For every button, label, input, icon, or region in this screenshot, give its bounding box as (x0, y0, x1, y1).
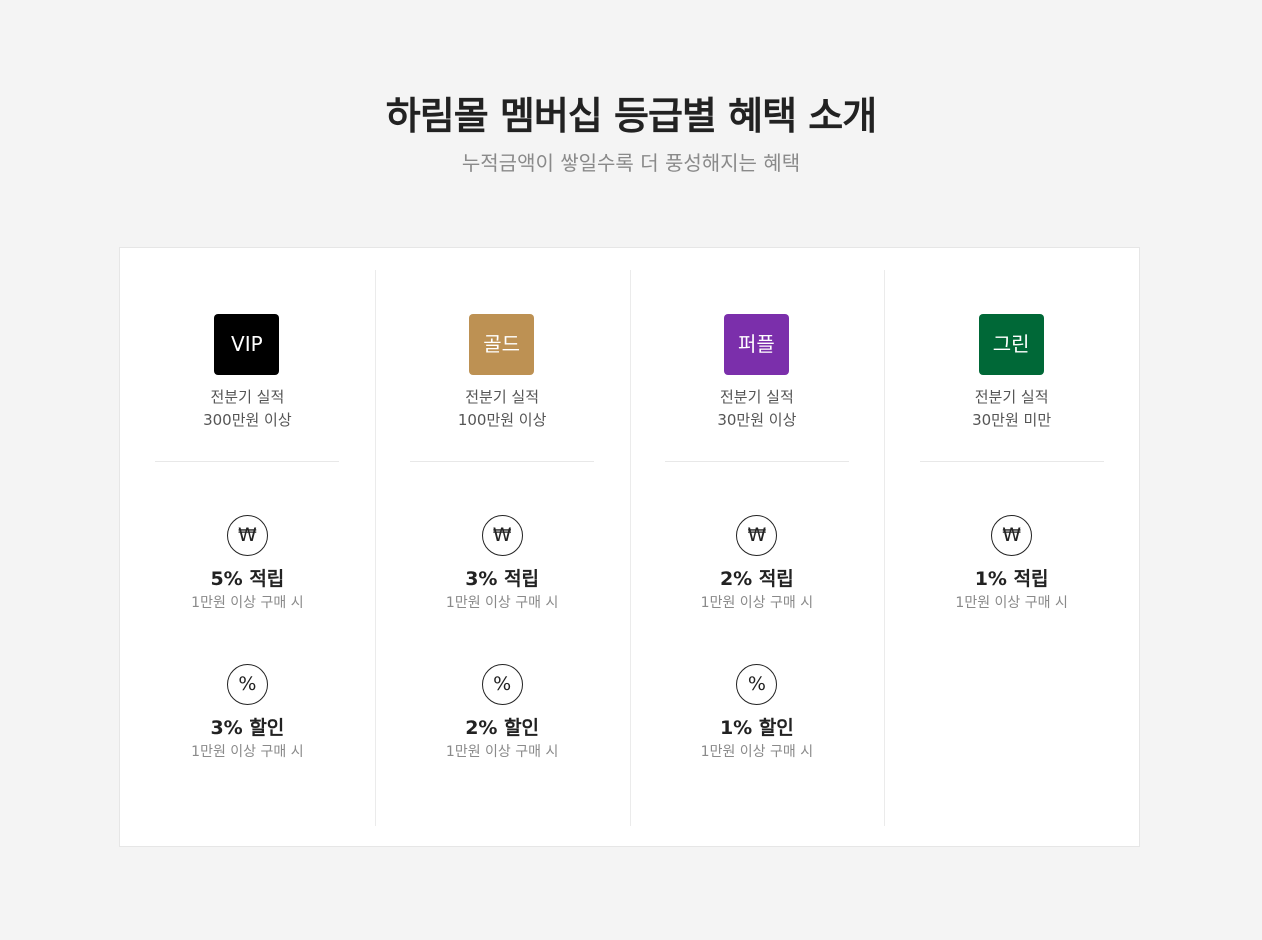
percent-icon: % (736, 664, 778, 705)
benefit-discount: % 2% 할인 1만원 이상 구매 시 (375, 664, 630, 762)
won-icon: ₩ (736, 515, 778, 556)
tier-badge: 골드 (469, 314, 535, 375)
benefit-reward: ₩ 2% 적립 1만원 이상 구매 시 (630, 515, 885, 613)
tier-condition-amount: 300만원 이상 (203, 411, 292, 429)
page-header: 하림몰 멤버십 등급별 혜택 소개 누적금액이 쌓일수록 더 풍성해지는 혜택 (0, 92, 1262, 176)
tier-condition-period: 전분기 실적 (974, 388, 1049, 406)
benefit-reward: ₩ 1% 적립 1만원 이상 구매 시 (884, 515, 1139, 613)
benefit-title: 2% 할인 (465, 717, 540, 739)
benefit-note: 1만원 이상 구매 시 (191, 744, 304, 760)
benefit-note: 1만원 이상 구매 시 (700, 744, 814, 760)
tier-badge: 그린 (978, 314, 1044, 375)
tier-column-gold: 골드 전분기 실적 100만원 이상 ₩ 3% 적립 1만원 이상 구매 시 %… (374, 248, 630, 846)
percent-icon: % (226, 664, 268, 705)
won-icon: ₩ (226, 515, 268, 556)
benefit-note: 1만원 이상 구매 시 (700, 595, 814, 611)
benefit-note: 1만원 이상 구매 시 (445, 744, 559, 760)
tier-condition: 전분기 실적 30만원 이상 (630, 386, 885, 432)
tier-condition-period: 전분기 실적 (210, 388, 285, 406)
tier-divider (664, 461, 849, 462)
won-icon: ₩ (991, 515, 1033, 556)
benefit-title: 1% 적립 (974, 568, 1049, 590)
tier-condition-period: 전분기 실적 (719, 388, 794, 406)
benefit-note: 1만원 이상 구매 시 (955, 595, 1068, 611)
tier-condition-amount: 30만원 이상 (717, 411, 797, 429)
tier-divider (919, 461, 1104, 462)
page-title: 하림몰 멤버십 등급별 혜택 소개 (385, 94, 877, 138)
benefit-title: 2% 적립 (719, 568, 794, 590)
tier-badge: 퍼플 (723, 314, 789, 375)
benefit-title: 3% 할인 (210, 717, 285, 739)
benefit-note: 1만원 이상 구매 시 (191, 595, 304, 611)
tier-column-purple: 퍼플 전분기 실적 30만원 이상 ₩ 2% 적립 1만원 이상 구매 시 % … (629, 248, 885, 846)
benefit-reward: ₩ 3% 적립 1만원 이상 구매 시 (375, 515, 630, 613)
tier-condition-amount: 30만원 미만 (972, 411, 1052, 429)
tier-divider (155, 461, 340, 462)
won-icon: ₩ (481, 515, 523, 556)
tier-divider (410, 461, 595, 462)
tier-condition-period: 전분기 실적 (465, 388, 540, 406)
benefit-note: 1만원 이상 구매 시 (445, 595, 559, 611)
page-subtitle: 누적금액이 쌓일수록 더 풍성해지는 혜택 (461, 151, 801, 175)
benefit-reward: ₩ 5% 적립 1만원 이상 구매 시 (120, 515, 375, 613)
benefit-title: 5% 적립 (210, 568, 285, 590)
benefit-discount: % 3% 할인 1만원 이상 구매 시 (120, 664, 375, 762)
benefit-discount: % 1% 할인 1만원 이상 구매 시 (630, 664, 885, 762)
tier-condition: 전분기 실적 30만원 미만 (884, 386, 1139, 432)
tier-condition: 전분기 실적 100만원 이상 (375, 386, 630, 432)
membership-tier-card: VIP 전분기 실적 300만원 이상 ₩ 5% 적립 1만원 이상 구매 시 … (119, 247, 1140, 847)
benefit-title: 1% 할인 (719, 717, 794, 739)
tier-badge: VIP (214, 314, 280, 375)
tier-column-vip: VIP 전분기 실적 300만원 이상 ₩ 5% 적립 1만원 이상 구매 시 … (120, 248, 375, 846)
tier-column-green: 그린 전분기 실적 30만원 미만 ₩ 1% 적립 1만원 이상 구매 시 (884, 248, 1139, 846)
tier-condition-amount: 100만원 이상 (457, 411, 547, 429)
benefit-title: 3% 적립 (465, 568, 540, 590)
tier-condition: 전분기 실적 300만원 이상 (120, 386, 375, 432)
percent-icon: % (481, 664, 523, 705)
